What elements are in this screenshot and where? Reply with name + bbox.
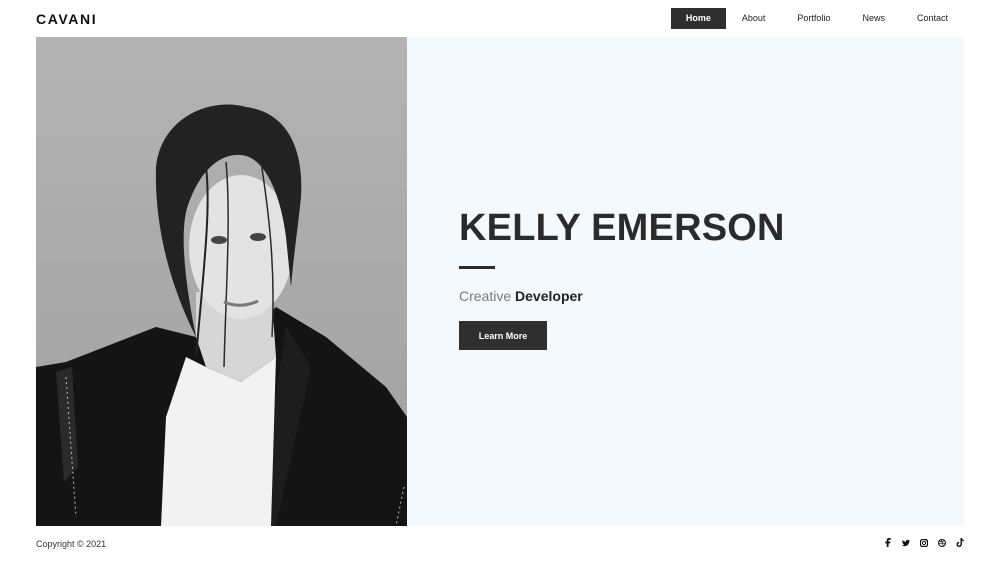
hero-name: KELLY EMERSON	[459, 207, 785, 249]
nav-portfolio[interactable]: Portfolio	[781, 8, 846, 29]
nav-home[interactable]: Home	[670, 8, 726, 29]
hero-content: KELLY EMERSON Creative Developer Learn M…	[459, 207, 785, 350]
learn-more-button[interactable]: Learn More	[459, 321, 547, 350]
subtitle-bold: Developer	[515, 288, 583, 304]
instagram-icon[interactable]	[920, 538, 928, 547]
nav-contact[interactable]: Contact	[901, 8, 964, 29]
nav-news[interactable]: News	[846, 8, 901, 29]
tiktok-icon[interactable]	[956, 538, 964, 547]
copyright-text: Copyright © 2021	[36, 539, 107, 549]
hero-section: KELLY EMERSON Creative Developer Learn M…	[36, 37, 964, 526]
site-header: CAVANI Home About Portfolio News Contact	[0, 0, 1000, 37]
main-nav: Home About Portfolio News Contact	[670, 8, 964, 29]
social-links	[884, 538, 964, 547]
twitter-icon[interactable]	[902, 538, 910, 547]
portrait-illustration	[36, 104, 407, 526]
dribbble-icon[interactable]	[938, 538, 946, 547]
site-logo[interactable]: CAVANI	[36, 11, 97, 27]
subtitle-light: Creative	[459, 288, 512, 304]
facebook-icon[interactable]	[884, 538, 892, 547]
nav-about[interactable]: About	[726, 8, 782, 29]
title-divider	[459, 266, 495, 269]
portrait-photo	[36, 37, 407, 526]
site-footer: Copyright © 2021	[0, 526, 1000, 563]
hero-subtitle: Creative Developer	[459, 288, 785, 304]
